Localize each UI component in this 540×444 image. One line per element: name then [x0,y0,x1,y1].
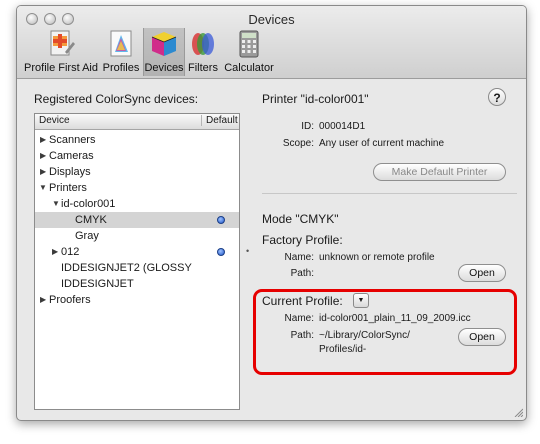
current-name-value: id-color001_plain_11_09_2009.icc [319,313,471,324]
current-path-line2: Profiles/id- [319,344,367,355]
toolbar-item-devices[interactable]: Devices [143,28,185,76]
section-divider [262,193,517,194]
factory-profile-heading: Factory Profile: [262,233,343,247]
help-button[interactable]: ? [488,88,506,106]
list-item-gray[interactable]: Gray [35,228,239,244]
toolbar-item-filters[interactable]: Filters [185,28,221,76]
devices-window: Devices Profile First Aid Profiles Devic… [16,5,527,421]
list-item-label: Proofers [49,294,91,306]
current-path-label: Path: [290,330,314,341]
toolbar-item-profile-first-aid[interactable]: Profile First Aid [23,28,99,76]
list-item-label: IDDESIGNJET2 (GLOSSY [61,262,192,274]
list-item-displays[interactable]: ▶ Displays [35,164,239,180]
id-value: 000014D1 [319,121,366,132]
mode-title: Mode "CMYK" [262,212,339,226]
list-item-id-color001[interactable]: ▼ id-color001 [35,196,239,212]
toolbar-label-filters: Filters [188,62,218,74]
list-item-label: Displays [49,166,91,178]
toolbar-label-calculator: Calculator [224,62,274,74]
toolbar-label-devices: Devices [144,62,184,74]
list-item-cmyk[interactable]: CMYK [35,212,239,228]
current-profile-popup-button[interactable]: ▼ [353,293,369,308]
current-open-button[interactable]: Open [458,328,506,346]
scope-value: Any user of current machine [319,138,445,149]
list-item-label: IDDESIGNJET [61,278,134,290]
default-indicator-icon [217,248,225,256]
list-item-label: 012 [61,246,80,258]
current-name-label: Name: [284,313,314,324]
disclosure-triangle-icon[interactable]: ▶ [40,148,46,164]
list-item-iddesignjet[interactable]: IDDESIGNJET [35,276,239,292]
disclosure-triangle-open-icon[interactable]: ▼ [52,196,60,212]
column-header-default[interactable]: Default [201,115,238,126]
resize-grip-icon[interactable] [513,407,524,418]
splitter-handle-icon[interactable]: • [246,246,249,256]
scope-label: Scope: [282,138,314,149]
list-item-scanners[interactable]: ▶ Scanners [35,132,239,148]
disclosure-triangle-icon[interactable]: ▶ [40,164,46,180]
list-item-iddesignjet2-glossy[interactable]: IDDESIGNJET2 (GLOSSY [35,260,239,276]
device-list-header: Device Default [35,114,239,130]
title-bar: Devices Profile First Aid Profiles Devic… [17,6,526,79]
list-item-printers[interactable]: ▼ Printers [35,180,239,196]
profiles-icon [105,28,137,60]
make-default-printer-button[interactable]: Make Default Printer [373,163,506,181]
factory-open-button[interactable]: Open [458,264,506,282]
printer-title: Printer "id-color001" [262,92,369,106]
profile-first-aid-icon [45,28,77,60]
list-item-label: Cameras [49,150,94,162]
factory-name-label: Name: [284,252,314,263]
list-item-label: Printers [49,182,87,194]
id-label: ID: [301,121,314,132]
devices-icon [148,28,180,60]
window-title: Devices [248,12,295,27]
device-list[interactable]: Device Default ▶ Scanners ▶ Cameras ▶ Di… [34,113,240,410]
current-profile-heading: Current Profile: [262,294,343,308]
registered-devices-heading: Registered ColorSync devices: [34,92,199,106]
list-item-label: CMYK [75,214,107,226]
factory-path-label: Path: [290,268,314,279]
list-item-label: Gray [75,230,99,242]
factory-name-value: unknown or remote profile [319,252,435,263]
list-item-cameras[interactable]: ▶ Cameras [35,148,239,164]
filters-icon [187,28,219,60]
disclosure-triangle-open-icon[interactable]: ▼ [39,180,47,196]
list-item-label: Scanners [49,134,96,146]
current-path-line1: ~/Library/ColorSync/ [319,330,410,341]
list-item-label: id-color001 [61,198,116,210]
toolbar-label-profiles: Profiles [102,62,140,74]
calculator-icon [233,28,265,60]
column-header-device[interactable]: Device [39,115,70,126]
disclosure-triangle-icon[interactable]: ▶ [40,132,46,148]
disclosure-triangle-icon[interactable]: ▶ [52,244,58,260]
list-item-012[interactable]: ▶ 012 [35,244,239,260]
toolbar-label-profile-first-aid: Profile First Aid [24,62,98,74]
disclosure-triangle-icon[interactable]: ▶ [40,292,46,308]
default-indicator-icon [217,216,225,224]
toolbar-item-profiles[interactable]: Profiles [101,28,141,76]
toolbar-item-calculator[interactable]: Calculator [223,28,275,76]
list-item-proofers[interactable]: ▶ Proofers [35,292,239,308]
